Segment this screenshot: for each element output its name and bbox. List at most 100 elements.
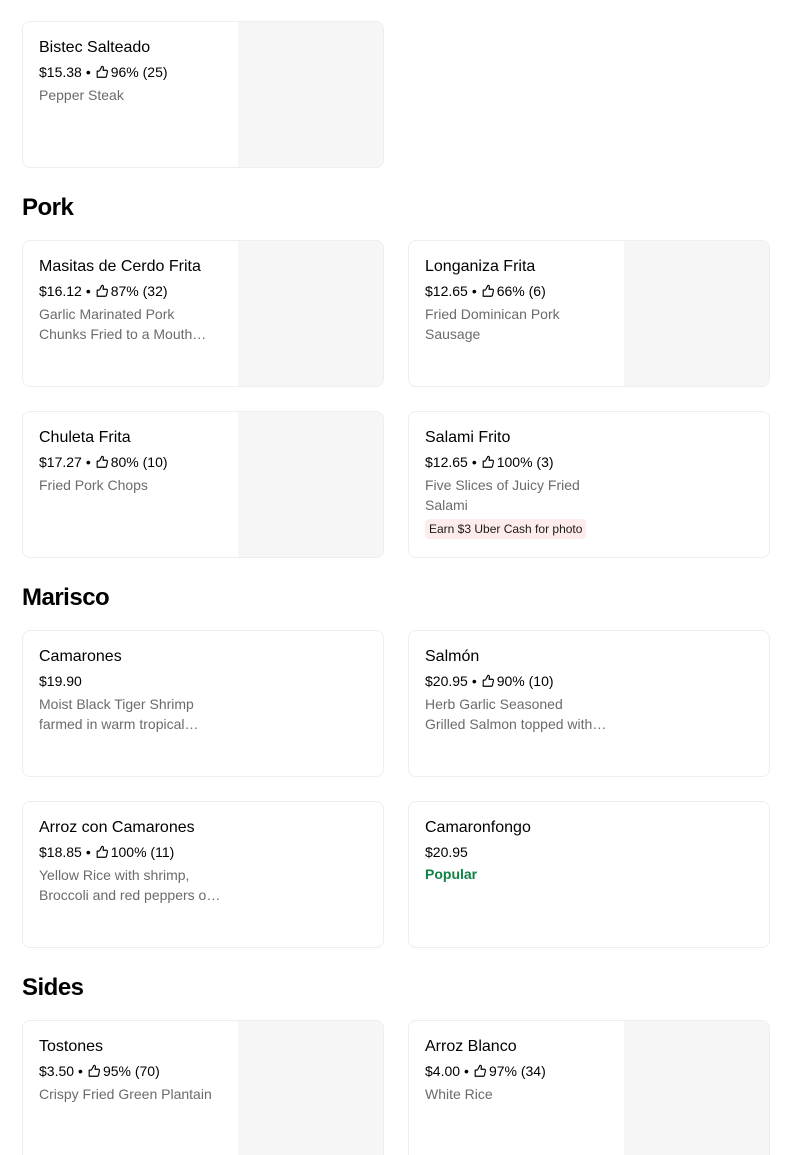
menu-item-card[interactable]: Arroz Blanco $4.00 • 97% (34) White Rice — [408, 1020, 770, 1155]
uber-cash-promo-badge[interactable]: Earn $3 Uber Cash for photo — [425, 519, 587, 539]
item-meta: $12.65 • 66% (6) — [425, 281, 640, 301]
item-price: $16.12 — [39, 283, 82, 299]
item-name: Longaniza Frita — [425, 258, 536, 275]
menu-item-body: Arroz Blanco $4.00 • 97% (34) White Rice — [425, 1037, 640, 1104]
item-description: Crispy Fried Green Plantain — [39, 1086, 212, 1102]
menu-item-card[interactable]: Bistec Salteado $15.38 • 96% (25) Pepper… — [22, 21, 384, 168]
item-meta: $17.27 • 80% (10) — [39, 452, 254, 472]
thumbs-up-icon — [473, 1064, 487, 1078]
item-meta: $20.95 • 90% (10) — [425, 671, 745, 691]
item-name: Bistec Salteado — [39, 39, 151, 56]
separator: • — [85, 844, 91, 860]
section-title-marisco: Marisco — [22, 584, 110, 611]
item-description: Pepper Steak — [39, 87, 124, 103]
item-name: Arroz con Camarones — [39, 819, 195, 836]
item-description: Yellow Rice with shrimp, Broccoli and re… — [39, 867, 215, 903]
menu-item-body: Camarones $19.90 Moist Black Tiger Shrim… — [39, 647, 359, 734]
item-price: $17.27 — [39, 454, 82, 470]
thumbs-up-icon — [481, 284, 495, 298]
item-price: $12.65 — [425, 454, 468, 470]
item-description: Moist Black Tiger Shrimp farmed in warm … — [39, 696, 194, 732]
section-title-sides: Sides — [22, 974, 84, 1001]
item-price: $4.00 — [425, 1063, 461, 1079]
separator: • — [471, 454, 477, 470]
item-image-placeholder — [238, 22, 383, 167]
thumbs-up-icon — [95, 455, 109, 469]
menu-item-body: Masitas de Cerdo Frita $16.12 • 87% (32)… — [39, 257, 254, 344]
separator: • — [85, 283, 91, 299]
item-name: Camaronfongo — [425, 819, 531, 836]
menu-item-card[interactable]: Camaronfongo $20.95 Popular — [408, 801, 770, 948]
thumbs-up-icon — [481, 455, 495, 469]
item-name: Salami Frito — [425, 429, 511, 446]
menu-item-card[interactable]: Longaniza Frita $12.65 • 66% (6) Fried D… — [408, 240, 770, 387]
menu-item-body: Tostones $3.50 • 95% (70) Crispy Fried G… — [39, 1037, 254, 1104]
menu-item-card[interactable]: Salmón $20.95 • 90% (10) Herb Garlic Sea… — [408, 630, 770, 777]
item-description: Five Slices of Juicy Fried Salami — [425, 477, 580, 513]
thumbs-up-icon — [95, 65, 109, 79]
item-rating: 90% (10) — [496, 673, 554, 689]
menu-item-card[interactable]: Salami Frito $12.65 • 100% (3) Five Slic… — [408, 411, 770, 558]
item-name: Tostones — [39, 1038, 104, 1055]
item-image-placeholder — [238, 412, 383, 557]
separator: • — [464, 1063, 469, 1079]
item-image-placeholder — [238, 1021, 383, 1155]
item-price: $19.90 — [39, 673, 82, 689]
item-rating: 100% (3) — [496, 454, 554, 470]
thumbs-up-icon — [87, 1064, 101, 1078]
item-description: Fried Pork Chops — [39, 477, 148, 493]
item-rating: 97% (34) — [488, 1063, 546, 1079]
item-price: $18.85 — [39, 844, 82, 860]
separator: • — [85, 454, 91, 470]
item-rating: 100% (11) — [110, 844, 175, 860]
item-name: Chuleta Frita — [39, 429, 131, 446]
item-meta: $20.95 — [425, 842, 745, 862]
item-rating: 87% (32) — [110, 283, 168, 299]
menu-item-body: Longaniza Frita $12.65 • 66% (6) Fried D… — [425, 257, 640, 344]
item-price: $15.38 — [39, 64, 82, 80]
separator: • — [78, 1063, 83, 1079]
item-meta: $12.65 • 100% (3) — [425, 452, 745, 472]
item-meta: $16.12 • 87% (32) — [39, 281, 254, 301]
item-name: Arroz Blanco — [425, 1038, 517, 1055]
menu-item-card[interactable]: Camarones $19.90 Moist Black Tiger Shrim… — [22, 630, 384, 777]
menu-item-body: Salami Frito $12.65 • 100% (3) Five Slic… — [425, 428, 745, 539]
menu-item-card[interactable]: Chuleta Frita $17.27 • 80% (10) Fried Po… — [22, 411, 384, 558]
item-meta: $3.50 • 95% (70) — [39, 1061, 254, 1081]
item-price: $3.50 — [39, 1063, 75, 1079]
item-price: $20.95 — [425, 844, 468, 860]
item-image-placeholder — [624, 1021, 769, 1155]
item-price: $12.65 — [425, 283, 468, 299]
menu-item-body: Arroz con Camarones $18.85 • 100% (11) Y… — [39, 818, 359, 905]
popular-badge: Popular — [425, 866, 478, 882]
item-meta: $18.85 • 100% (11) — [39, 842, 359, 862]
menu-item-body: Salmón $20.95 • 90% (10) Herb Garlic Sea… — [425, 647, 745, 734]
menu-item-body: Chuleta Frita $17.27 • 80% (10) Fried Po… — [39, 428, 254, 495]
separator: • — [471, 283, 477, 299]
item-rating: 80% (10) — [110, 454, 168, 470]
item-description: Garlic Marinated Pork Chunks Fried to a … — [39, 306, 193, 342]
item-description: White Rice — [425, 1086, 493, 1102]
menu-item-card[interactable]: Masitas de Cerdo Frita $16.12 • 87% (32)… — [22, 240, 384, 387]
item-rating: 66% (6) — [496, 283, 546, 299]
separator: • — [85, 64, 91, 80]
item-image-placeholder — [238, 241, 383, 386]
item-rating: 95% (70) — [102, 1063, 160, 1079]
item-name: Salmón — [425, 648, 480, 665]
item-name: Masitas de Cerdo Frita — [39, 258, 201, 275]
item-meta: $15.38 • 96% (25) — [39, 62, 254, 82]
separator: • — [471, 673, 477, 689]
menu-item-card[interactable]: Arroz con Camarones $18.85 • 100% (11) Y… — [22, 801, 384, 948]
item-description: Herb Garlic Seasoned Grilled Salmon topp… — [425, 696, 593, 732]
thumbs-up-icon — [95, 845, 109, 859]
item-description: Fried Dominican Pork Sausage — [425, 306, 560, 342]
thumbs-up-icon — [481, 674, 495, 688]
item-name: Camarones — [39, 648, 122, 665]
item-price: $20.95 — [425, 673, 468, 689]
menu-item-body: Bistec Salteado $15.38 • 96% (25) Pepper… — [39, 38, 254, 105]
thumbs-up-icon — [95, 284, 109, 298]
item-meta: $4.00 • 97% (34) — [425, 1061, 640, 1081]
section-title-pork: Pork — [22, 194, 74, 221]
item-rating: 96% (25) — [110, 64, 168, 80]
menu-item-card[interactable]: Tostones $3.50 • 95% (70) Crispy Fried G… — [22, 1020, 384, 1155]
